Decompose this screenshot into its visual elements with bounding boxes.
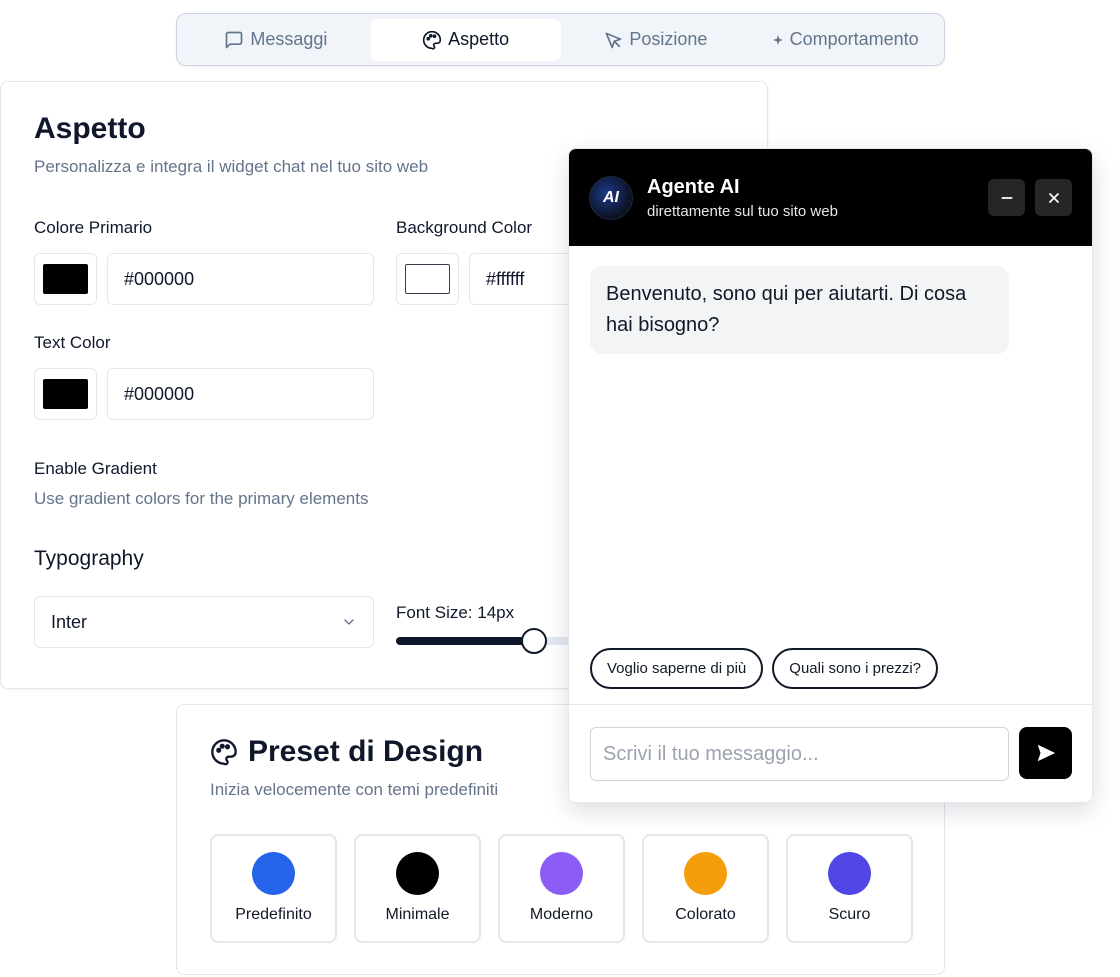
tab-label: Comportamento <box>789 29 919 49</box>
tab-comportamento[interactable]: Comportamento <box>750 19 940 61</box>
preset-card-moderno[interactable]: Moderno <box>498 834 625 943</box>
chat-widget-preview: AI Agente AI direttamente sul tuo sito w… <box>568 148 1093 803</box>
chat-messages: Benvenuto, sono qui per aiutarti. Di cos… <box>569 246 1092 706</box>
send-icon <box>1037 744 1055 762</box>
palette-icon <box>211 739 237 766</box>
background-color-picker[interactable] <box>396 253 459 305</box>
settings-tabs: Messaggi Aspetto Posizione Comportamento <box>176 13 945 66</box>
primary-color-input[interactable]: #000000 <box>107 253 374 305</box>
panel-title: Aspetto <box>34 112 146 145</box>
preset-name: Moderno <box>529 906 594 923</box>
preset-color-dot <box>684 852 727 895</box>
minimize-button[interactable] <box>988 179 1025 216</box>
font-family-value: Inter <box>51 611 88 632</box>
gradient-description: Use gradient colors for the primary elem… <box>34 489 369 508</box>
close-button[interactable] <box>1035 179 1072 216</box>
font-size-slider-fill <box>396 637 535 645</box>
background-color-swatch <box>405 264 450 294</box>
typography-heading: Typography <box>34 547 144 570</box>
preset-color-dot <box>252 852 295 895</box>
font-size-slider[interactable] <box>396 628 571 654</box>
palette-icon <box>422 30 442 50</box>
minus-icon <box>1001 196 1012 199</box>
tab-label: Aspetto <box>448 29 510 49</box>
text-color-picker[interactable] <box>34 368 97 420</box>
message-input[interactable]: Scrivi il tuo messaggio... <box>590 727 1009 781</box>
font-size-label: Font Size: 14px <box>396 603 515 622</box>
preset-name: Scuro <box>828 906 871 923</box>
preset-name: Minimale <box>385 906 450 923</box>
text-color-swatch <box>43 379 88 409</box>
primary-color-label: Colore Primario <box>34 218 153 237</box>
preset-card-minimale[interactable]: Minimale <box>354 834 481 943</box>
text-color-input[interactable]: #000000 <box>107 368 374 420</box>
chat-footer: Scrivi il tuo messaggio... <box>569 704 1092 802</box>
chat-header-text: Agente AI direttamente sul tuo sito web <box>647 176 838 220</box>
close-icon <box>1048 192 1059 203</box>
font-size-slider-thumb[interactable] <box>521 628 548 654</box>
preset-list: Predefinito Minimale Moderno Colorato Sc… <box>210 834 913 943</box>
tab-aspetto[interactable]: Aspetto <box>370 18 561 61</box>
gradient-label: Enable Gradient <box>34 459 157 478</box>
suggestion-chip[interactable]: Voglio saperne di più <box>590 648 764 689</box>
agent-avatar: AI <box>589 175 633 220</box>
preset-card-colorato[interactable]: Colorato <box>642 834 769 943</box>
send-button[interactable] <box>1019 727 1072 779</box>
preset-color-dot <box>540 852 583 895</box>
background-color-label: Background Color <box>396 218 533 237</box>
sparkle-icon <box>772 34 783 45</box>
preset-subtitle: Inizia velocemente con temi predefiniti <box>210 780 499 799</box>
agent-status: direttamente sul tuo sito web <box>647 202 838 220</box>
chevron-down-icon <box>344 619 354 625</box>
text-color-label: Text Color <box>34 333 111 352</box>
preset-card-predefinito[interactable]: Predefinito <box>210 834 337 943</box>
preset-name: Predefinito <box>235 906 312 923</box>
preset-card-scuro[interactable]: Scuro <box>786 834 913 943</box>
preset-title: Preset di Design <box>248 735 484 768</box>
primary-color-picker[interactable] <box>34 253 97 305</box>
preset-title-row: Preset di Design <box>210 735 483 769</box>
agent-name: Agente AI <box>647 175 740 198</box>
preset-name: Colorato <box>675 906 736 923</box>
message-square-icon <box>226 31 243 48</box>
chat-header: AI Agente AI direttamente sul tuo sito w… <box>569 149 1092 246</box>
tab-label: Messaggi <box>250 29 328 49</box>
tab-messaggi[interactable]: Messaggi <box>181 19 371 61</box>
cursor-pointer-icon <box>605 32 622 48</box>
welcome-message: Benvenuto, sono qui per aiutarti. Di cos… <box>590 266 1009 354</box>
suggestion-chips: Voglio saperne di più Quali sono i prezz… <box>590 648 939 689</box>
primary-color-swatch <box>43 264 88 294</box>
tab-label: Posizione <box>629 29 708 49</box>
preset-color-dot <box>396 852 439 895</box>
tab-posizione[interactable]: Posizione <box>561 19 751 61</box>
panel-subtitle: Personalizza e integra il widget chat ne… <box>34 157 429 176</box>
suggestion-chip[interactable]: Quali sono i prezzi? <box>772 648 939 689</box>
preset-color-dot <box>828 852 871 895</box>
font-family-select[interactable]: Inter <box>34 596 374 648</box>
